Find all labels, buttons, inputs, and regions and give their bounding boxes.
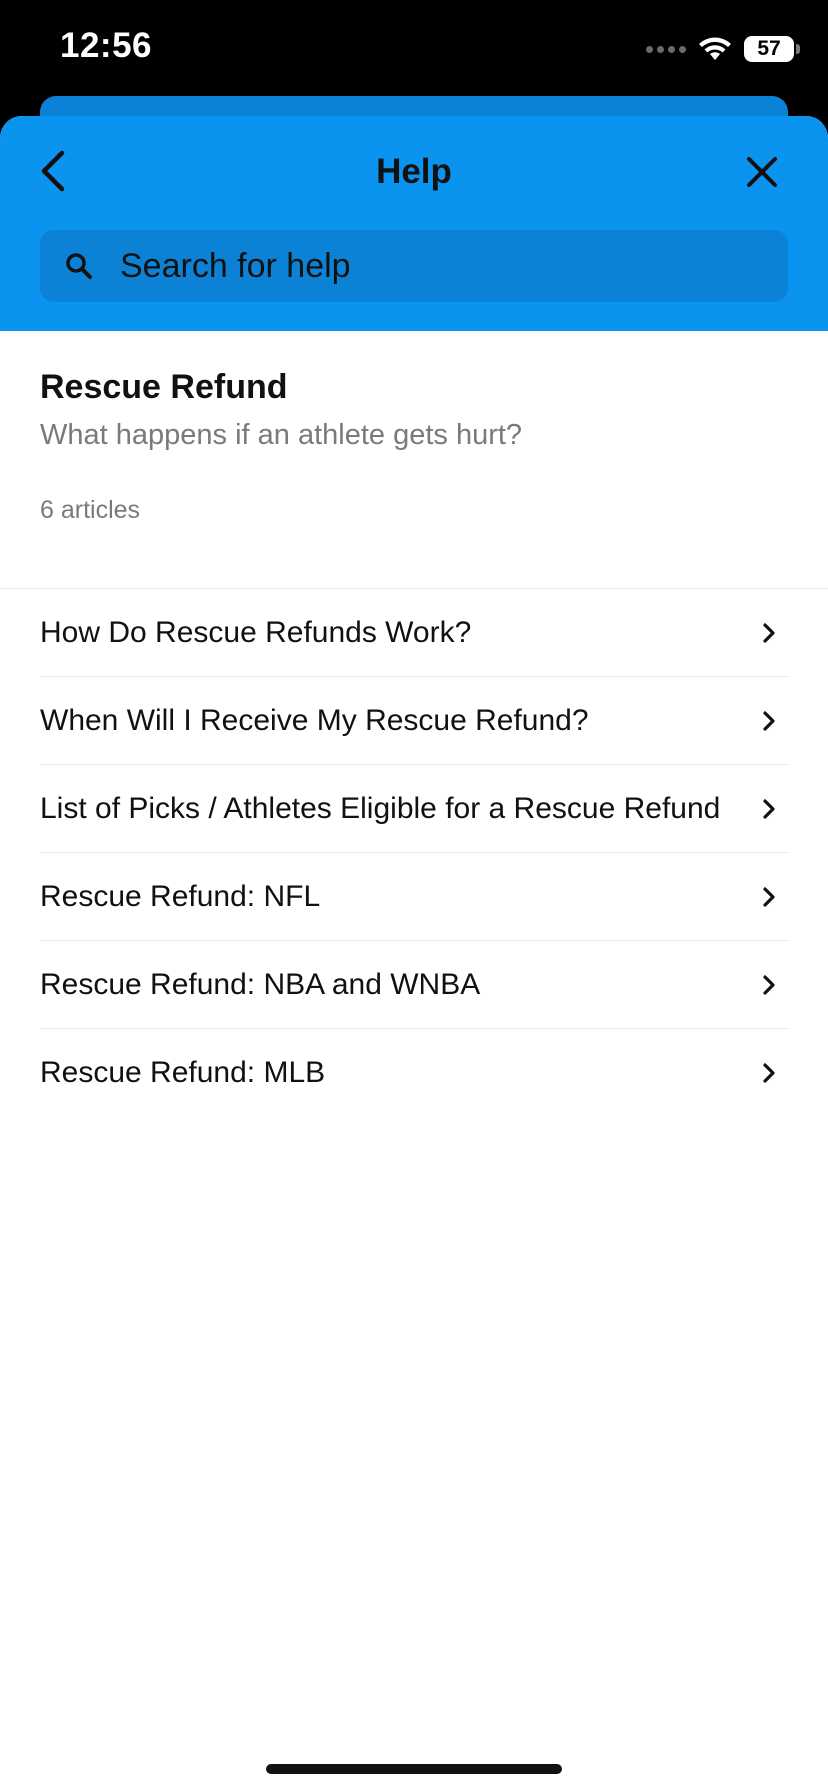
article-item-when-receive-refund[interactable]: When Will I Receive My Rescue Refund? (40, 677, 788, 765)
article-item-eligible-picks[interactable]: List of Picks / Athletes Eligible for a … (40, 765, 788, 853)
status-bar: 12:56 57 (0, 0, 828, 100)
close-button[interactable] (740, 150, 784, 194)
wifi-icon (699, 37, 731, 60)
search-icon (64, 251, 94, 281)
section-subtitle: What happens if an athlete gets hurt? (40, 419, 523, 451)
battery-icon: 57 (744, 36, 800, 62)
screen: 12:56 57 Help Search for help Rescue Ref… (0, 0, 828, 1792)
article-item-nba-wnba[interactable]: Rescue Refund: NBA and WNBA (40, 941, 788, 1029)
article-label: List of Picks / Athletes Eligible for a … (40, 791, 721, 825)
search-bar[interactable] (40, 230, 788, 302)
chevron-right-icon (758, 797, 780, 821)
chevron-right-icon (758, 621, 780, 645)
article-label: When Will I Receive My Rescue Refund? (40, 703, 589, 737)
article-item-mlb[interactable]: Rescue Refund: MLB (40, 1029, 788, 1117)
battery-level: 57 (757, 37, 781, 60)
article-list: How Do Rescue Refunds Work? When Will I … (0, 589, 828, 1117)
cellular-signal-icon (646, 45, 686, 53)
article-label: Rescue Refund: NBA and WNBA (40, 967, 481, 1001)
chevron-right-icon (758, 973, 780, 997)
sheet-header: Help (0, 116, 828, 331)
chevron-right-icon (758, 709, 780, 733)
chevron-right-icon (758, 885, 780, 909)
search-input[interactable] (120, 246, 720, 286)
article-item-nfl[interactable]: Rescue Refund: NFL (40, 853, 788, 941)
article-count: 6 articles (40, 496, 141, 524)
help-sheet: Help Rescue Refund What happens if an at… (0, 116, 828, 1792)
status-time: 12:56 (60, 26, 153, 65)
article-label: Rescue Refund: NFL (40, 879, 321, 913)
chevron-right-icon (758, 1061, 780, 1085)
section-title: Rescue Refund (40, 368, 288, 406)
home-indicator[interactable] (266, 1764, 562, 1774)
close-icon (747, 157, 777, 187)
section-info: Rescue Refund What happens if an athlete… (0, 331, 828, 589)
status-icons: 57 (646, 34, 800, 64)
article-label: Rescue Refund: MLB (40, 1056, 326, 1089)
page-title: Help (376, 152, 452, 191)
article-item-how-rescue-refunds-work[interactable]: How Do Rescue Refunds Work? (40, 589, 788, 677)
article-label: How Do Rescue Refunds Work? (40, 615, 472, 649)
